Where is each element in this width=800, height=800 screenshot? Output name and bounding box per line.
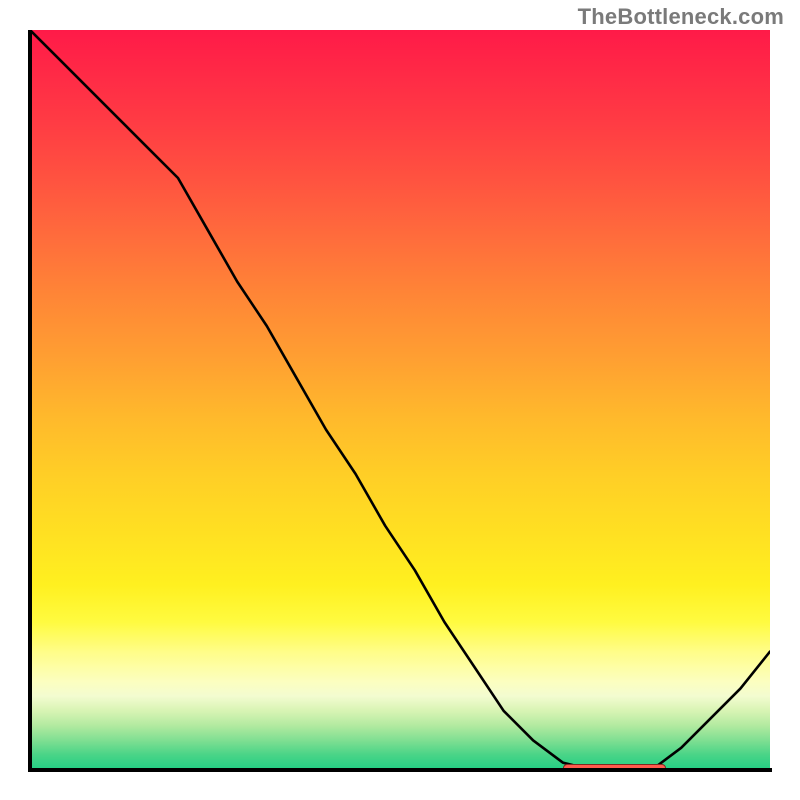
x-axis bbox=[30, 768, 772, 772]
curve-overlay bbox=[30, 30, 770, 770]
bottleneck-curve-path bbox=[30, 30, 770, 770]
y-axis bbox=[28, 30, 32, 772]
plot-area bbox=[30, 30, 770, 770]
chart-frame: TheBottleneck.com bbox=[0, 0, 800, 800]
watermark-text: TheBottleneck.com bbox=[578, 4, 784, 30]
